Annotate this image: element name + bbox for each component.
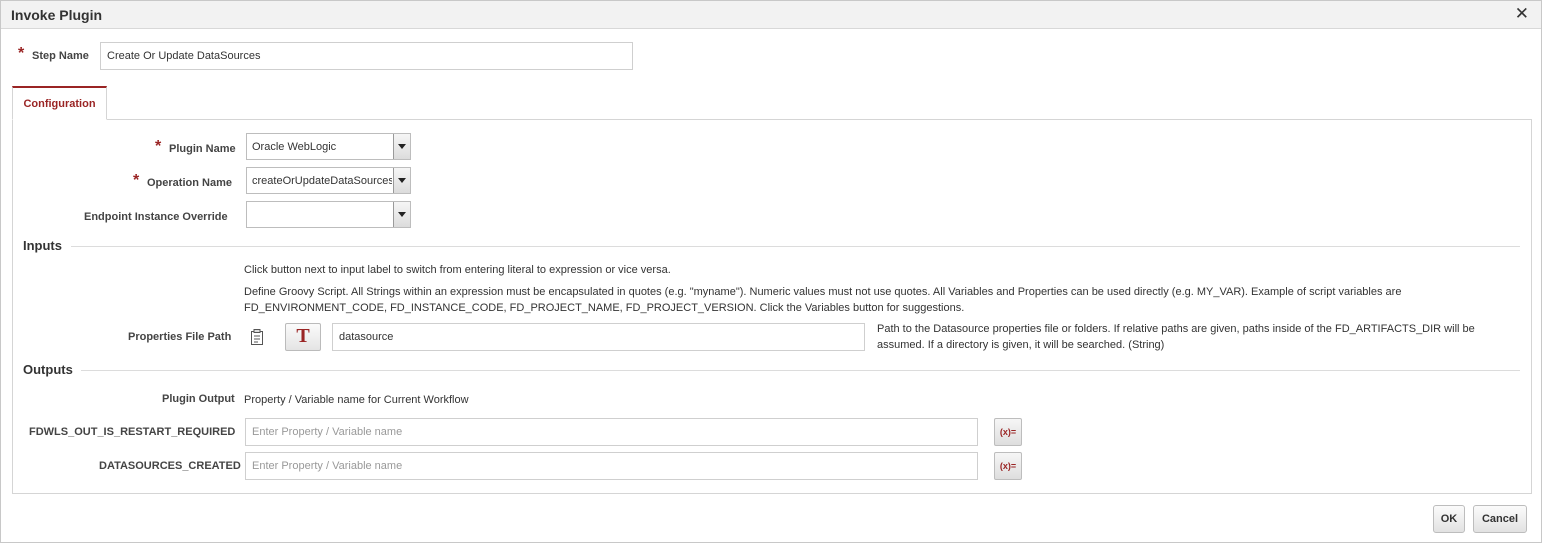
invoke-plugin-dialog: Invoke Plugin ✕ * Step Name Configuratio… [0,0,1542,543]
operation-name-value: createOrUpdateDataSources [252,175,392,187]
operation-name-dropdown-button[interactable] [393,168,410,193]
plugin-name-select[interactable]: Oracle WebLogic [246,133,411,160]
chevron-down-icon [398,144,406,149]
plugin-name-dropdown-button[interactable] [393,134,410,159]
outputs-heading: Outputs [23,362,73,377]
dialog-titlebar: Invoke Plugin ✕ [1,1,1541,29]
step-name-input[interactable] [100,42,633,70]
inputs-hint: Click button next to input label to swit… [244,264,671,276]
plugin-name-value: Oracle WebLogic [252,141,337,153]
ok-button[interactable]: OK [1433,505,1465,533]
variables-button[interactable]: (x)= [994,452,1022,480]
step-name-required-mark: * [18,45,25,62]
plugin-name-label: Plugin Name [169,143,236,155]
plugin-output-description: Property / Variable name for Current Wor… [244,394,469,406]
endpoint-override-dropdown-button[interactable] [393,202,410,227]
operation-name-select[interactable]: createOrUpdateDataSources [246,167,411,194]
inputs-divider [71,246,1520,247]
groovy-help-text: Define Groovy Script. All Strings within… [244,286,1402,314]
literal-expression-toggle-button[interactable]: T [285,323,321,351]
tab-configuration[interactable]: Configuration [12,86,107,120]
dialog-title: Invoke Plugin [11,7,103,23]
inputs-heading: Inputs [23,238,62,253]
properties-file-path-label: Properties File Path [128,331,232,343]
step-name-label: Step Name [32,50,89,62]
output-label-restart-required: FDWLS_OUT_IS_RESTART_REQUIRED [29,426,236,438]
output-label-datasources-created: DATASOURCES_CREATED [99,460,241,472]
close-icon[interactable]: ✕ [1515,4,1529,24]
chevron-down-icon [398,212,406,217]
plugin-name-required-mark: * [155,138,162,155]
outputs-divider [81,370,1520,371]
operation-name-required-mark: * [133,172,140,189]
properties-file-path-input[interactable] [332,323,865,351]
endpoint-override-select[interactable] [246,201,411,228]
clipboard-icon[interactable] [249,328,265,346]
operation-name-label: Operation Name [147,177,232,189]
variables-button[interactable]: (x)= [994,418,1022,446]
cancel-button[interactable]: Cancel [1473,505,1527,533]
text-mode-icon: T [296,325,310,347]
chevron-down-icon [398,178,406,183]
output-input-restart-required[interactable] [245,418,978,446]
plugin-output-label: Plugin Output [162,393,235,405]
output-input-datasources-created[interactable] [245,452,978,480]
properties-file-path-help: Path to the Datasource properties file o… [877,323,1475,351]
endpoint-override-label: Endpoint Instance Override [84,211,228,223]
